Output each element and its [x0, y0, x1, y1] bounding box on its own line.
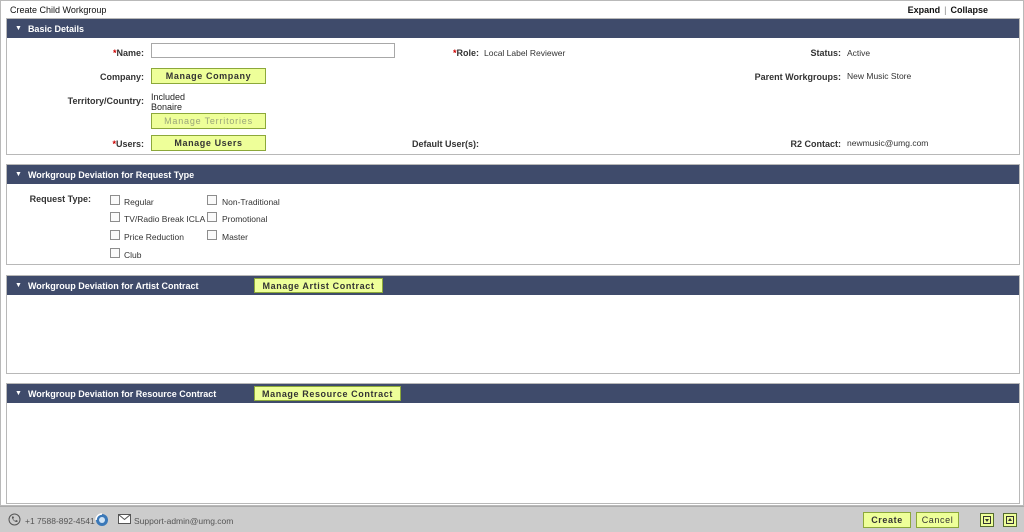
checkbox-club[interactable] [110, 248, 120, 258]
section-title: Basic Details [27, 23, 84, 34]
default-users-label: Default User(s): [411, 139, 479, 149]
status-value: Active [847, 48, 871, 58]
scroll-down-button[interactable] [980, 513, 994, 527]
manage-territories-button[interactable]: Manage Territories [151, 113, 266, 129]
checkbox-non-traditional[interactable] [207, 195, 217, 205]
checkbox-label: Master [222, 232, 248, 242]
support-email[interactable]: Support-admin@umg.com [134, 516, 233, 526]
parent-workgroups-label: Parent Workgroups: [754, 72, 841, 82]
collapse-triangle-icon: ▼ [15, 25, 22, 32]
separator: | [944, 5, 947, 15]
r2-contact-label: R2 Contact: [790, 139, 841, 149]
role-label: *Role: [452, 48, 479, 58]
checkbox-label: Promotional [222, 214, 268, 224]
checkbox-master[interactable] [207, 230, 217, 240]
users-label: *Users: [112, 139, 144, 149]
manage-users-button[interactable]: Manage Users [151, 135, 266, 151]
expand-collapse-links: Expand | Collapse [908, 5, 988, 15]
checkbox-promotional[interactable] [207, 212, 217, 222]
name-label: *Name: [112, 48, 144, 58]
collapse-triangle-icon: ▼ [15, 171, 22, 178]
request-type-section: ▼ Workgroup Deviation for Request Type R… [6, 164, 1020, 265]
support-icon[interactable] [95, 513, 109, 530]
scroll-up-button[interactable] [1003, 513, 1017, 527]
parent-workgroups-value: New Music Store [847, 71, 912, 81]
create-button[interactable]: Create [863, 512, 911, 528]
collapse-triangle-icon: ▼ [15, 390, 22, 397]
main-window: Create Child Workgroup Expand | Collapse ▼… [0, 0, 1024, 506]
checkbox-label: Regular [124, 197, 154, 207]
title-bar: Create Child Workgroup Expand | Collapse [1, 1, 1023, 18]
role-value: Local Label Reviewer [484, 48, 566, 58]
support-phone: +1 7588-892-4541 [25, 516, 95, 526]
collapse-link[interactable]: Collapse [950, 5, 988, 15]
manage-artist-contract-button[interactable]: Manage Artist Contract [254, 278, 383, 293]
phone-icon [8, 513, 21, 529]
resource-contract-section: ▼ Workgroup Deviation for Resource Contr… [6, 383, 1020, 504]
footer-bar: +1 7588-892-4541 Support-admin@umg.com C… [0, 506, 1024, 532]
collapse-triangle-icon: ▼ [15, 282, 22, 289]
arrow-down-icon [983, 516, 991, 524]
request-type-header[interactable]: ▼ Workgroup Deviation for Request Type [7, 165, 1019, 184]
checkbox-label: Club [124, 250, 142, 260]
section-title: Workgroup Deviation for Resource Contrac… [27, 388, 217, 399]
email-icon [118, 514, 131, 527]
checkbox-regular[interactable] [110, 195, 120, 205]
checkbox-label: TV/Radio Break ICLA [124, 214, 206, 224]
checkbox-tv-radio-break-icla[interactable] [110, 212, 120, 222]
section-title: Workgroup Deviation for Request Type [27, 169, 195, 180]
artist-contract-header[interactable]: ▼ Workgroup Deviation for Artist Contrac… [7, 276, 1019, 295]
name-input[interactable] [151, 43, 395, 58]
territory-label: Territory/Country: [67, 96, 144, 106]
territory-value: Bonaire [151, 102, 183, 112]
resource-contract-header[interactable]: ▼ Workgroup Deviation for Resource Contr… [7, 384, 1019, 403]
page-title: Create Child Workgroup [10, 5, 107, 15]
company-label: Company: [99, 72, 144, 82]
basic-details-header[interactable]: ▼ Basic Details [7, 19, 1019, 38]
checkbox-price-reduction[interactable] [110, 230, 120, 240]
expand-link[interactable]: Expand [908, 5, 941, 15]
checkbox-label: Non-Traditional [222, 197, 280, 207]
manage-company-button[interactable]: Manage Company [151, 68, 266, 84]
r2-contact-value: newmusic@umg.com [847, 138, 929, 148]
checkbox-label: Price Reduction [124, 232, 185, 242]
artist-contract-section: ▼ Workgroup Deviation for Artist Contrac… [6, 275, 1020, 374]
cancel-button[interactable]: Cancel [916, 512, 959, 528]
request-type-label: Request Type: [29, 194, 91, 204]
manage-resource-contract-button[interactable]: Manage Resource Contract [254, 386, 401, 401]
status-label: Status: [810, 48, 841, 58]
arrow-up-icon [1006, 516, 1014, 524]
territory-included-text: Included [151, 92, 186, 102]
basic-details-section: ▼ Basic Details *Name: *Role: Local Labe… [6, 18, 1020, 155]
section-title: Workgroup Deviation for Artist Contract [27, 280, 199, 291]
